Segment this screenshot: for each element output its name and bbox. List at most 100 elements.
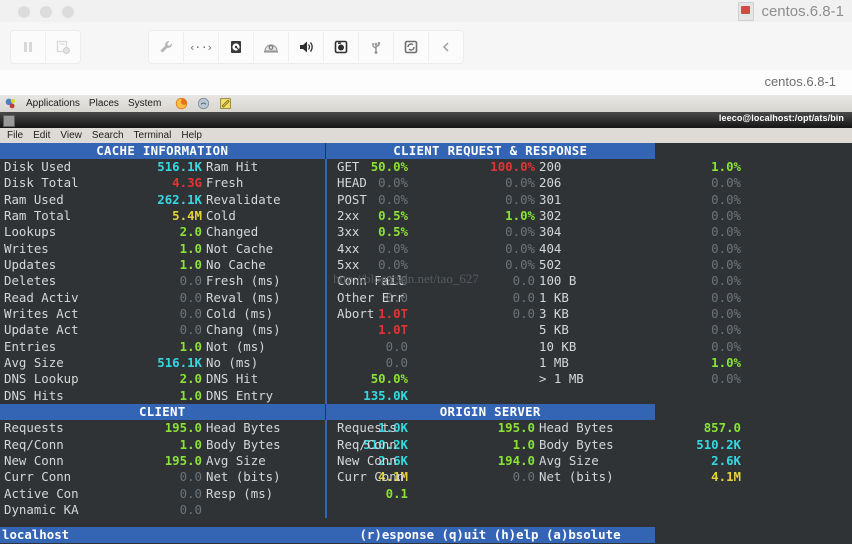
stat-label: Conn Fail bbox=[337, 273, 405, 289]
harddisk-button[interactable] bbox=[219, 32, 254, 62]
stat-row: Req/Conn 1.0 bbox=[0, 437, 202, 453]
usb-button[interactable] bbox=[359, 32, 394, 62]
stat-row: 2xx 1.0% bbox=[333, 208, 535, 224]
tab-centos[interactable]: centos.6.8-1 bbox=[764, 74, 836, 89]
stat-label: Head Bytes bbox=[539, 420, 614, 436]
stat-label: No (ms) bbox=[206, 355, 259, 371]
gnome-menu-applications[interactable]: Applications bbox=[26, 95, 80, 112]
stat-row: Avg Size 2.6K bbox=[535, 453, 741, 469]
stat-row bbox=[333, 339, 535, 355]
stat-row: Active Con 0.0 bbox=[0, 486, 202, 502]
stat-label: Resp (ms) bbox=[206, 485, 274, 501]
snapshot-button[interactable] bbox=[46, 32, 80, 62]
status-keys[interactable]: (r)esponse (q)uit (h)elp (a)bsolute bbox=[325, 527, 655, 543]
stat-value: 0.0% bbox=[711, 273, 741, 289]
terminal-menu-terminal[interactable]: Terminal bbox=[134, 130, 172, 141]
stat-label: Writes bbox=[4, 240, 49, 256]
subcolumn-a: Disk Used 516.1K Disk Total 4.3G Ram Used 262… bbox=[0, 159, 202, 404]
stat-value: 0.0 bbox=[179, 501, 202, 517]
stat-row: 200 1.0% bbox=[535, 159, 741, 175]
stat-label: Revalidate bbox=[206, 191, 281, 207]
stat-label: New Conn bbox=[337, 452, 397, 468]
stat-label: 5 KB bbox=[539, 322, 569, 338]
vm-toolbar: «··» bbox=[0, 22, 852, 71]
camera-button[interactable] bbox=[324, 32, 359, 62]
firefox-icon[interactable] bbox=[175, 97, 188, 110]
stat-value: 0.0% bbox=[711, 208, 741, 224]
stat-row bbox=[333, 486, 535, 502]
terminal-menu-file[interactable]: File bbox=[7, 130, 23, 141]
stat-value: 5.4M bbox=[172, 208, 202, 224]
text-editor-icon[interactable] bbox=[219, 97, 232, 110]
stat-label: DNS Hits bbox=[4, 387, 64, 403]
section-header-client-right: ORIGIN SERVER bbox=[324, 404, 655, 421]
stat-label: 5xx bbox=[337, 257, 360, 273]
stat-row: 1 MB 1.0% bbox=[535, 355, 741, 371]
stat-row: Ram Used 262.1K bbox=[0, 192, 202, 208]
terminal-menu-search[interactable]: Search bbox=[92, 130, 124, 141]
collapse-button[interactable] bbox=[429, 32, 463, 62]
stat-value: 0.0% bbox=[711, 371, 741, 387]
terminal-menubar: File Edit View Search Terminal Help bbox=[0, 128, 852, 144]
stat-row: DNS Hits 1.0 bbox=[0, 388, 202, 404]
speaker-button[interactable] bbox=[289, 32, 324, 62]
network-button[interactable]: «··» bbox=[184, 32, 219, 62]
stat-row bbox=[333, 322, 535, 338]
stat-label: 404 bbox=[539, 240, 562, 256]
stat-row: Requests 195.0 bbox=[0, 420, 202, 436]
window-controls[interactable] bbox=[18, 6, 74, 18]
stat-label: Writes Act bbox=[4, 306, 79, 322]
stat-label: 10 KB bbox=[539, 338, 577, 354]
stat-label: Update Act bbox=[4, 322, 79, 338]
stat-row: 3xx 0.0% bbox=[333, 224, 535, 240]
vm-power-group bbox=[10, 30, 81, 64]
stat-value: 195.0 bbox=[164, 452, 202, 468]
gnome-foot-icon bbox=[5, 98, 16, 109]
window-minimize-dot[interactable] bbox=[18, 6, 30, 18]
stat-label: 206 bbox=[539, 175, 562, 191]
gnome-panel: Applications Places System bbox=[0, 95, 852, 113]
stat-label: Ram Used bbox=[4, 191, 64, 207]
traffic-top-screen: CACHE INFORMATION CLIENT REQUEST & RESPON… bbox=[0, 143, 852, 544]
cd-drive-button[interactable] bbox=[254, 32, 289, 62]
stat-row: 302 0.0% bbox=[535, 208, 741, 224]
stat-value: 0.0 bbox=[179, 322, 202, 338]
stat-label: Avg Size bbox=[539, 452, 599, 468]
window-maximize-dot[interactable] bbox=[40, 6, 52, 18]
stat-label: GET bbox=[337, 159, 360, 174]
stats-panels: CACHE INFORMATION CLIENT REQUEST & RESPON… bbox=[0, 143, 741, 519]
section-header-client-left: CLIENT bbox=[0, 404, 325, 421]
settings-button[interactable] bbox=[149, 32, 184, 62]
stat-value: 4.1M bbox=[711, 469, 741, 485]
stat-value: 0.0% bbox=[711, 224, 741, 240]
section-header-row: CACHE INFORMATION CLIENT REQUEST & RESPON… bbox=[0, 143, 655, 159]
stat-row bbox=[535, 502, 741, 518]
stat-label: Active Con bbox=[4, 485, 79, 501]
gnome-menu-places[interactable]: Places bbox=[89, 95, 119, 112]
window-close-dot[interactable] bbox=[62, 6, 74, 18]
terminal-menu-view[interactable]: View bbox=[60, 130, 82, 141]
stat-row: 502 0.0% bbox=[535, 257, 741, 273]
stat-value: 1.0 bbox=[512, 436, 535, 452]
stat-value: 2.0 bbox=[179, 224, 202, 240]
vm-title: centos.6.8-1 bbox=[738, 2, 844, 21]
stat-row: Writes 1.0 bbox=[0, 241, 202, 257]
stat-label: Disk Total bbox=[4, 175, 79, 191]
stat-label: Avg Size bbox=[206, 452, 266, 468]
stat-value: 194.0 bbox=[497, 452, 535, 468]
terminal-menu-edit[interactable]: Edit bbox=[33, 130, 50, 141]
gnome-menu-system[interactable]: System bbox=[128, 95, 161, 112]
stat-label: Not (ms) bbox=[206, 338, 266, 354]
stat-row: Read Activ 0.0 bbox=[0, 290, 202, 306]
pause-button[interactable] bbox=[11, 32, 46, 62]
stat-label: Req/Conn bbox=[4, 436, 64, 452]
stat-row bbox=[333, 388, 535, 404]
sync-button[interactable] bbox=[394, 32, 429, 62]
stat-row: DNS Lookup 2.0 bbox=[0, 371, 202, 387]
stat-label: Disk Used bbox=[4, 159, 72, 174]
terminal-menu-help[interactable]: Help bbox=[181, 130, 202, 141]
column-right: GET 100.0% HEAD 0.0% POST 0.0% 2xx 1.0% 3xx 0.0% 4… bbox=[325, 159, 741, 404]
stat-row: Curr Conn 0.0 bbox=[333, 469, 535, 485]
stat-value: 1.0% bbox=[711, 159, 741, 174]
help-icon[interactable] bbox=[197, 97, 210, 110]
